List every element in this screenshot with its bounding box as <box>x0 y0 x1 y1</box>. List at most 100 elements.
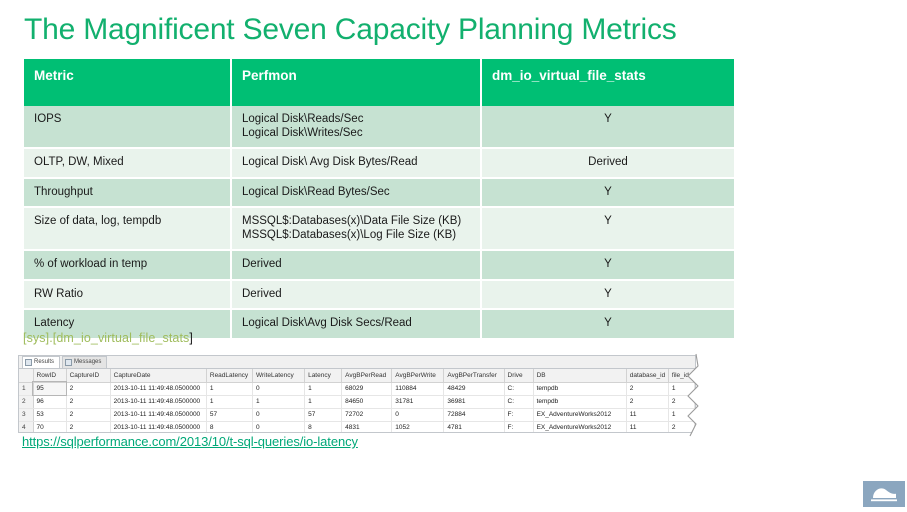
grid-cell-rowid[interactable]: 96 <box>33 395 67 409</box>
grid-cell-rowid[interactable]: 53 <box>33 408 67 422</box>
cell-dmv: Y <box>481 309 734 340</box>
cell-dmv: Y <box>481 207 734 251</box>
grid-cell-databaseid[interactable]: 11 <box>626 408 669 422</box>
grid-row[interactable]: 4 70 2 2013-10-11 11:49:48.0500000 8 0 8… <box>19 421 695 432</box>
grid-row[interactable]: 3 53 2 2013-10-11 11:49:48.0500000 57 0 … <box>19 408 695 422</box>
grid-row[interactable]: 2 96 2 2013-10-11 11:49:48.0500000 1 1 1… <box>19 395 695 409</box>
perfmon-line: Derived <box>242 287 282 300</box>
grid-cell-latency[interactable]: 57 <box>304 408 343 422</box>
grid-cell-avgbperwrite[interactable]: 1052 <box>391 421 445 432</box>
grid-cell-db[interactable]: EX_AdventureWorks2012 <box>533 421 627 432</box>
grid-cell-rownum: 4 <box>19 421 34 432</box>
grid-cell-drive[interactable]: F: <box>504 421 534 432</box>
grid-cell-avgbperread[interactable]: 72702 <box>341 408 393 422</box>
grid-cell-drive[interactable]: C: <box>504 382 534 396</box>
grid-row[interactable]: 1 95 2 2013-10-11 11:49:48.0500000 1 0 1… <box>19 381 695 396</box>
grid-cell-writelatency[interactable]: 0 <box>252 421 306 432</box>
table-row: IOPS Logical Disk\Reads/Sec Logical Disk… <box>24 106 734 149</box>
grid-cell-databaseid[interactable]: 11 <box>626 421 669 432</box>
grid-cell-capturedate[interactable]: 2013-10-11 11:49:48.0500000 <box>110 421 207 432</box>
capacity-planning-metrics-table: Metric Perfmon dm_io_virtual_file_stats … <box>24 59 734 340</box>
grid-cell-drive[interactable]: C: <box>504 395 534 409</box>
corner-logo <box>863 481 905 507</box>
grid-col-latency[interactable]: Latency <box>304 369 343 383</box>
grid-col-avgbperwrite[interactable]: AvgBPerWrite <box>391 369 445 383</box>
perfmon-line: Logical Disk\Avg Disk Secs/Read <box>242 317 412 329</box>
grid-cell-writelatency[interactable]: 0 <box>252 382 306 396</box>
grid-cell-capturedate[interactable]: 2013-10-11 11:49:48.0500000 <box>110 408 207 422</box>
column-header-metric: Metric <box>24 59 232 106</box>
grid-col-readlatency[interactable]: ReadLatency <box>206 369 253 383</box>
grid-cell-fileid[interactable]: 1 <box>668 382 695 396</box>
grid-col-avgbperread[interactable]: AvgBPerRead <box>341 369 393 383</box>
cell-perfmon: Logical Disk\Reads/Sec Logical Disk\Writ… <box>231 106 482 149</box>
grid-cell-readlatency[interactable]: 8 <box>206 421 253 432</box>
grid-cell-captureid[interactable]: 2 <box>66 421 111 432</box>
grid-cell-latency[interactable]: 1 <box>304 395 343 409</box>
grid-col-rowid[interactable]: RowID <box>33 369 67 383</box>
ssms-results-screenshot: Results Messages RowID CaptureID Capture… <box>18 355 696 433</box>
grid-col-avgbpertransfer[interactable]: AvgBPerTransfer <box>443 369 505 383</box>
grid-cell-drive[interactable]: F: <box>504 408 534 422</box>
grid-cell-captureid[interactable]: 2 <box>66 408 111 422</box>
grid-cell-db[interactable]: EX_AdventureWorks2012 <box>533 408 627 422</box>
dmv-caption-text: [sys].[dm_io_virtual_file_stats <box>23 331 190 345</box>
page-title: The Magnificent Seven Capacity Planning … <box>24 13 677 46</box>
grid-col-fileid[interactable]: file_id <box>668 369 695 383</box>
table-row: Throughput Logical Disk\Read Bytes/Sec Y <box>24 177 734 208</box>
grid-cell-avgbperread[interactable]: 84650 <box>341 395 393 409</box>
grid-cell-readlatency[interactable]: 1 <box>206 395 253 409</box>
source-link[interactable]: https://sqlperformance.com/2013/10/t-sql… <box>22 434 358 449</box>
grid-cell-avgbperwrite[interactable]: 0 <box>391 408 445 422</box>
grid-cell-rowid[interactable]: 70 <box>33 421 67 432</box>
grid-cell-fileid[interactable]: 2 <box>668 421 695 432</box>
grid-cell-latency[interactable]: 1 <box>304 382 343 396</box>
grid-cell-avgbpertransfer[interactable]: 48429 <box>443 382 505 396</box>
column-header-perfmon: Perfmon <box>231 59 482 106</box>
grid-cell-avgbperwrite[interactable]: 31781 <box>391 395 445 409</box>
grid-cell-captureid[interactable]: 2 <box>66 395 111 409</box>
cell-perfmon: Derived <box>231 279 482 310</box>
grid-col-rownum[interactable] <box>19 369 34 383</box>
grid-cell-databaseid[interactable]: 2 <box>626 395 669 409</box>
grid-cell-captureid[interactable]: 2 <box>66 382 111 396</box>
grid-col-capturedate[interactable]: CaptureDate <box>110 369 207 383</box>
perfmon-line: Logical Disk\Reads/Sec <box>242 113 364 125</box>
grid-cell-avgbpertransfer[interactable]: 36981 <box>443 395 505 409</box>
grid-cell-rownum: 2 <box>19 395 34 409</box>
cell-perfmon: Logical Disk\ Avg Disk Bytes/Read <box>231 148 482 179</box>
cell-metric: Size of data, log, tempdb <box>24 207 232 251</box>
grid-cell-avgbperwrite[interactable]: 110884 <box>391 382 445 396</box>
grid-cell-writelatency[interactable]: 0 <box>252 408 306 422</box>
grid-col-drive[interactable]: Drive <box>504 369 534 383</box>
grid-col-databaseid[interactable]: database_id <box>626 369 669 383</box>
message-icon <box>65 359 73 366</box>
grid-cell-fileid[interactable]: 1 <box>668 408 695 422</box>
grid-col-db[interactable]: DB <box>533 369 627 383</box>
grid-cell-rowid[interactable]: 95 <box>32 381 68 396</box>
perfmon-line: Logical Disk\Writes/Sec <box>242 126 363 139</box>
grid-cell-latency[interactable]: 8 <box>304 421 343 432</box>
grid-cell-avgbpertransfer[interactable]: 72884 <box>443 408 505 422</box>
grid-header-row: RowID CaptureID CaptureDate ReadLatency … <box>19 369 695 383</box>
tab-results[interactable]: Results <box>22 356 61 368</box>
grid-cell-avgbpertransfer[interactable]: 4781 <box>443 421 505 432</box>
tab-messages[interactable]: Messages <box>62 356 108 368</box>
grid-cell-fileid[interactable]: 2 <box>668 395 695 409</box>
results-pane-tabs: Results Messages <box>19 356 695 369</box>
grid-cell-readlatency[interactable]: 1 <box>206 382 253 396</box>
grid-cell-capturedate[interactable]: 2013-10-11 11:49:48.0500000 <box>110 395 207 409</box>
grid-cell-db[interactable]: tempdb <box>533 395 627 409</box>
cell-perfmon: Derived <box>231 250 482 281</box>
grid-col-writelatency[interactable]: WriteLatency <box>252 369 306 383</box>
grid-col-captureid[interactable]: CaptureID <box>66 369 111 383</box>
grid-cell-writelatency[interactable]: 1 <box>252 395 306 409</box>
grid-cell-avgbperread[interactable]: 68029 <box>341 382 393 396</box>
grid-icon <box>25 359 32 366</box>
grid-cell-avgbperread[interactable]: 4831 <box>341 421 393 432</box>
grid-cell-db[interactable]: tempdb <box>533 382 627 396</box>
grid-cell-capturedate[interactable]: 2013-10-11 11:49:48.0500000 <box>110 382 207 396</box>
grid-cell-databaseid[interactable]: 2 <box>626 382 669 396</box>
grid-cell-readlatency[interactable]: 57 <box>206 408 253 422</box>
dmv-caption-bracket: ] <box>189 331 193 345</box>
